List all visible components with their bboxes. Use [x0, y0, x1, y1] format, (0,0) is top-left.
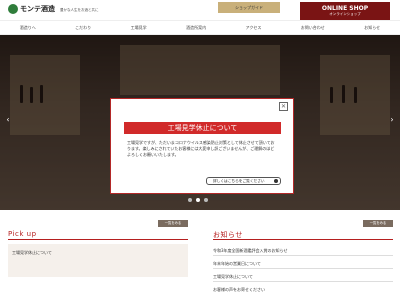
nav-item-1[interactable]: 酒造りへ — [20, 25, 36, 31]
online-shop-label: ONLINE SHOP — [321, 5, 369, 12]
nav-item-7[interactable]: お知らせ — [364, 25, 380, 31]
hero-dot-3[interactable] — [204, 198, 208, 202]
online-shop-button[interactable]: ONLINE SHOP オンラインショップ — [300, 2, 390, 20]
news-divider-3 — [213, 281, 393, 282]
news-item-1[interactable]: 令和3年度全国新酒鑑評会入賞のお知らせ — [213, 248, 393, 254]
modal-more-link[interactable]: 詳しくはこちらをご覧ください — [206, 177, 281, 185]
close-icon[interactable]: ✕ — [279, 102, 288, 111]
hero-next-icon[interactable]: › — [387, 115, 397, 127]
news-item-2[interactable]: 年末年始の営業日について — [213, 261, 393, 267]
modal-body: 工場見学ですが、ただいまコロナウイルス感染防止対策として休止させて頂いております… — [127, 140, 275, 157]
online-shop-sublabel: オンラインショップ — [329, 12, 361, 16]
nav-item-2[interactable]: こだわり — [75, 25, 91, 31]
site-logo[interactable]: モンテ酒造 — [8, 4, 55, 14]
pickup-more-button[interactable]: 一覧をみる — [158, 220, 188, 227]
pickup-card[interactable] — [8, 244, 188, 277]
nav-item-5[interactable]: アクセス — [246, 25, 262, 31]
shop-guide-button[interactable]: ショップガイド — [218, 2, 280, 13]
main-nav: 酒造りへ こだわり 工場見学 酒造所案内 アクセス お問い合わせ お知らせ — [0, 20, 400, 35]
logo-text: モンテ酒造 — [20, 5, 55, 13]
nav-item-3[interactable]: 工場見学 — [131, 25, 147, 31]
news-more-button[interactable]: 一覧をみる — [363, 220, 393, 227]
nav-item-4[interactable]: 酒造所案内 — [186, 25, 206, 31]
news-divider-2 — [213, 268, 393, 269]
news-item-4[interactable]: お客様の声をお寄せください — [213, 287, 393, 293]
news-section: お知らせ 一覧をみる 令和3年度全国新酒鑑評会入賞のお知らせ 年末年始の営業日に… — [213, 218, 393, 300]
news-divider — [213, 239, 393, 240]
modal-title: 工場見学休止について — [124, 122, 281, 134]
news-item-3[interactable]: 工場見学休止について — [213, 274, 393, 280]
hero-prev-icon[interactable]: ‹ — [3, 115, 13, 127]
logo-mark-icon — [8, 4, 18, 14]
pickup-title: Pick up — [8, 230, 37, 238]
nav-item-6[interactable]: お問い合わせ — [301, 25, 325, 31]
pickup-divider — [8, 239, 188, 240]
site-header: モンテ酒造 豊かな人生をお酒と共に ショップガイド ONLINE SHOP オン… — [0, 0, 400, 20]
pickup-section: Pick up 一覧をみる 工場見学休止について — [8, 218, 188, 300]
arrow-right-icon — [274, 179, 278, 183]
hero-dot-1[interactable] — [188, 198, 192, 202]
tagline: 豊かな人生をお酒と共に — [60, 8, 99, 12]
news-divider-1 — [213, 255, 393, 256]
pickup-caption: 工場見学休止について — [12, 250, 52, 255]
hero-dot-2[interactable] — [196, 198, 200, 202]
modal-more-label: 詳しくはこちらをご覧ください — [213, 179, 265, 183]
